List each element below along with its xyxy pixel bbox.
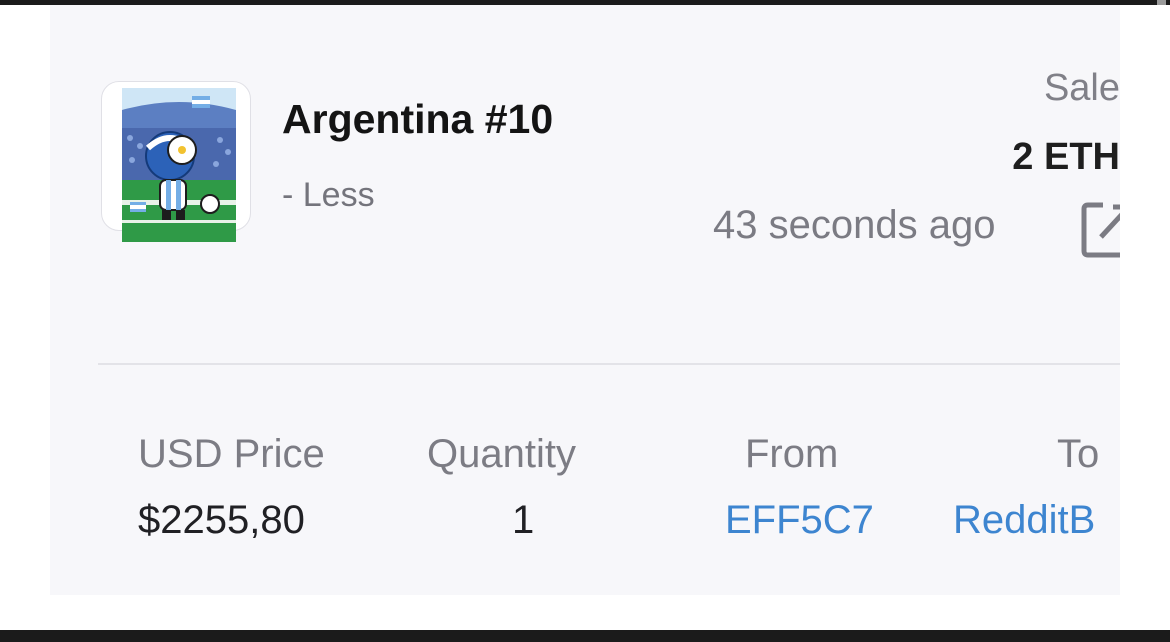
from-label: From bbox=[745, 432, 839, 476]
usd-price-label: USD Price bbox=[138, 432, 325, 476]
nft-thumbnail[interactable] bbox=[101, 81, 251, 242]
to-label: To bbox=[1057, 432, 1100, 476]
section-divider bbox=[98, 363, 1120, 365]
event-type: Sale bbox=[1043, 67, 1120, 109]
right-page-edge bbox=[1120, 5, 1170, 595]
quantity-value: 1 bbox=[512, 498, 535, 542]
to-address-link[interactable]: RedditB bbox=[953, 498, 1095, 543]
external-link-icon[interactable] bbox=[1081, 195, 1120, 261]
quantity-label: Quantity bbox=[427, 432, 576, 476]
activity-card: Argentina #10 - Less Sale 2 ETH 43 secon… bbox=[50, 5, 1120, 595]
timestamp: 43 seconds ago bbox=[713, 203, 996, 247]
toggle-less-link[interactable]: - Less bbox=[282, 176, 375, 215]
bottom-frame-bar bbox=[0, 630, 1170, 642]
argentina-avatar-image bbox=[122, 88, 236, 242]
usd-price-value: $2255,80 bbox=[138, 498, 305, 542]
from-address-link[interactable]: EFF5C7 bbox=[725, 498, 874, 543]
eth-price: 2 ETH bbox=[1012, 136, 1120, 178]
nft-name[interactable]: Argentina #10 bbox=[282, 96, 553, 143]
